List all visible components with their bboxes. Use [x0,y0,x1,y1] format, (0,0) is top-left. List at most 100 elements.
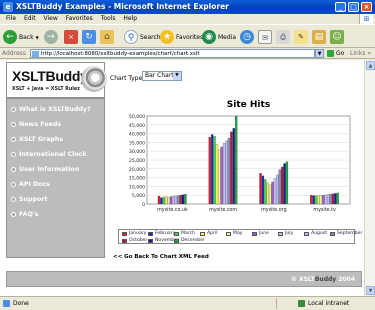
site-hits-chart: Site Hits 0 5,000 10,000 15,000 20,000 25,000 3… [129,100,351,213]
history-button[interactable]: ◷ [240,29,256,45]
legend-label: August [311,231,328,236]
menu-favorites[interactable]: Favorites [66,15,93,22]
bar [172,196,175,205]
bar [169,196,173,205]
legend-item: July [278,231,293,236]
menu-help[interactable]: Help [123,15,137,22]
go-button[interactable]: Go [327,49,344,58]
bar [273,178,277,205]
legend-item: August [304,231,327,236]
bar [184,194,187,205]
bullet-icon [11,152,16,157]
legend-label: July [285,231,294,236]
ie-icon: e [3,2,13,12]
bar [271,181,274,205]
address-input[interactable]: http://localhost:8080/xsltbuddy-examples… [30,49,315,58]
discuss-button[interactable]: ▤ [312,29,328,45]
copyright-prefix: © XSLT [290,276,315,283]
bar [322,195,325,205]
refresh-button[interactable]: ↻ [82,29,98,45]
intranet-icon [298,300,305,307]
stop-button[interactable]: × [64,29,80,45]
menu-edit[interactable]: Edit [24,15,36,22]
menu-file[interactable]: File [6,15,16,22]
back-button[interactable]: ← Back ▼ [3,29,39,45]
print-icon: ⎙ [276,30,290,44]
chart-type-label: Chart Type: [110,75,145,82]
mail-button[interactable]: ✉ [258,29,274,45]
legend-label: March [181,231,196,236]
y-tick-label: 10,000 [129,184,145,190]
legend-item: October [122,238,147,243]
nav-item-xslt-graphs[interactable]: XSLT Graphs [11,136,63,143]
y-tick-label: 0 [142,202,145,208]
stop-icon: × [64,30,78,44]
y-tick-label: 40,000 [129,132,145,138]
bar [336,192,339,205]
back-to-xml-feed-link[interactable]: << Go Back To Chart XML Feed [113,254,209,260]
favorites-button[interactable]: ★ Favorites [160,29,203,45]
legend-item: May [226,231,243,236]
messenger-icon: ☺ [330,30,344,44]
nav-item-api-docs[interactable]: API Docs [11,181,50,188]
scroll-up-icon[interactable]: ▲ [366,61,375,70]
bullet-icon [11,107,16,112]
bullet-icon [11,137,16,142]
legend-label: June [259,231,270,236]
x-tick-label: mysite.com [209,207,237,213]
forward-arrow-icon: → [44,30,58,44]
nav-item-news-feeds[interactable]: News Feeds [11,121,61,128]
print-button[interactable]: ⎙ [276,29,292,45]
nav-item-faqs[interactable]: FAQ's [11,211,38,218]
nav-item-user-information[interactable]: User Information [11,166,79,173]
go-label: Go [336,50,345,57]
y-tick-label: 5,000 [132,193,145,199]
favorites-label: Favorites [176,33,204,41]
minimize-button[interactable]: _ [335,2,346,12]
media-button[interactable]: ◉ Media [202,29,236,45]
bullet-icon [11,197,16,202]
forward-button[interactable]: → [44,29,60,45]
menu-tools[interactable]: Tools [101,15,116,22]
y-tick-label: 30,000 [129,149,145,155]
chart-type-value: Bar Chart [145,72,174,79]
links-button[interactable]: Links » [350,48,371,59]
bar [259,173,262,205]
bar [285,161,289,205]
vertical-scrollbar[interactable]: ▲ ▼ [364,60,375,296]
chart-type-select[interactable]: Bar Chart ▼ [142,71,182,81]
search-button[interactable]: ⚲ Search [124,29,161,45]
bar [181,194,185,205]
discuss-icon: ▤ [312,30,326,44]
home-button[interactable]: ⌂ [100,29,116,45]
menu-view[interactable]: View [44,15,58,22]
address-dropdown-icon[interactable]: ▼ [315,49,324,58]
bar [276,174,279,205]
bar [317,195,320,205]
bar [208,137,211,205]
status-text: Done [13,300,29,307]
nav-item-international-clock[interactable]: International Clock [11,151,87,158]
bar [230,131,233,205]
bar [218,149,221,205]
address-bar: Address http://localhost:8080/xsltbuddy-… [0,48,375,59]
bar [266,182,269,205]
nav-item-what-is-xsltbuddy[interactable]: What is XSLTBuddy? [11,106,91,113]
nav-label: Support [19,196,48,203]
legend-swatch [174,231,179,236]
legend-item: December [174,238,205,243]
nav-label: API Docs [19,181,51,188]
bar [220,146,223,205]
scroll-down-icon[interactable]: ▼ [366,286,375,295]
sidebar-nav: What is XSLTBuddy? News Feeds XSLT Graph… [6,98,105,258]
close-button[interactable]: × [361,2,372,12]
bar [331,193,335,205]
legend-label: October [129,238,148,243]
x-tick-label: mysite.org [261,207,287,213]
edit-button[interactable]: ✎ [294,29,310,45]
maximize-button[interactable]: □ [348,2,359,12]
bar [261,175,265,205]
status-divider [276,298,277,309]
messenger-button[interactable]: ☺ [330,29,346,45]
nav-item-support[interactable]: Support [11,196,47,203]
